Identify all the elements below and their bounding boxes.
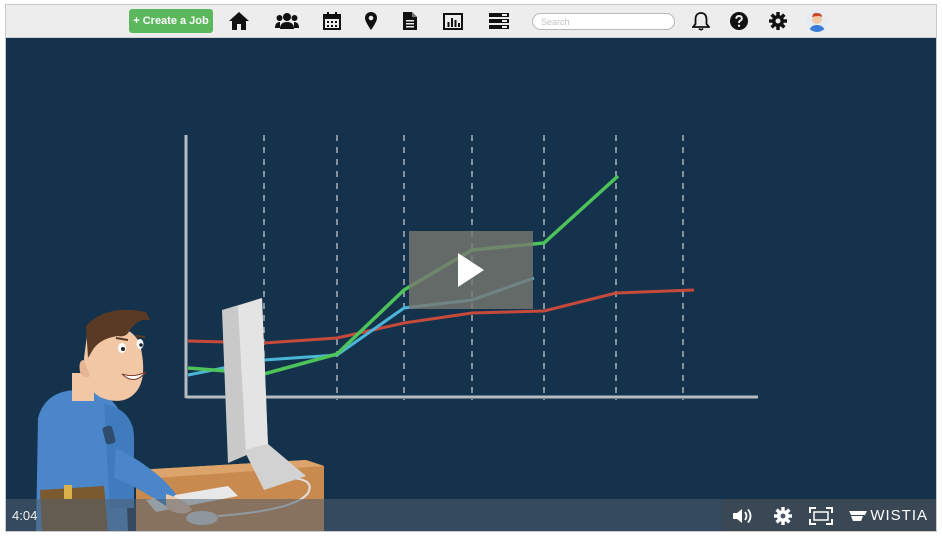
- create-job-button[interactable]: + Create a Job: [129, 9, 213, 33]
- video-control-bar: 4:04 WISTIA: [6, 499, 936, 531]
- wistia-logo-icon: [849, 510, 868, 521]
- video-player[interactable]: 4:04 WISTIA: [6, 38, 936, 531]
- top-nav-bar: + Create a Job: [6, 5, 936, 38]
- user-avatar[interactable]: [806, 10, 828, 32]
- volume-icon[interactable]: [731, 504, 757, 528]
- wistia-logo-link[interactable]: WISTIA: [849, 507, 928, 524]
- gear-icon[interactable]: [765, 9, 791, 33]
- list-icon[interactable]: [486, 9, 512, 33]
- player-controls-group: WISTIA: [723, 499, 936, 531]
- fullscreen-icon[interactable]: [807, 504, 835, 528]
- search-input[interactable]: [532, 13, 675, 30]
- bar-chart-icon[interactable]: [440, 9, 466, 33]
- video-duration: 4:04: [12, 508, 38, 523]
- bell-icon[interactable]: [688, 9, 714, 33]
- home-icon[interactable]: [226, 9, 252, 33]
- settings-gear-icon[interactable]: [771, 504, 795, 528]
- play-button[interactable]: [409, 231, 533, 309]
- team-icon[interactable]: [274, 9, 300, 33]
- wistia-brand-text: WISTIA: [870, 507, 928, 524]
- app-window: + Create a Job Search 4:04 WISTIA: [5, 4, 937, 532]
- calendar-icon[interactable]: [319, 9, 345, 33]
- document-icon[interactable]: [397, 9, 423, 33]
- help-icon[interactable]: [726, 9, 752, 33]
- map-marker-icon[interactable]: [358, 9, 384, 33]
- play-icon: [458, 253, 484, 287]
